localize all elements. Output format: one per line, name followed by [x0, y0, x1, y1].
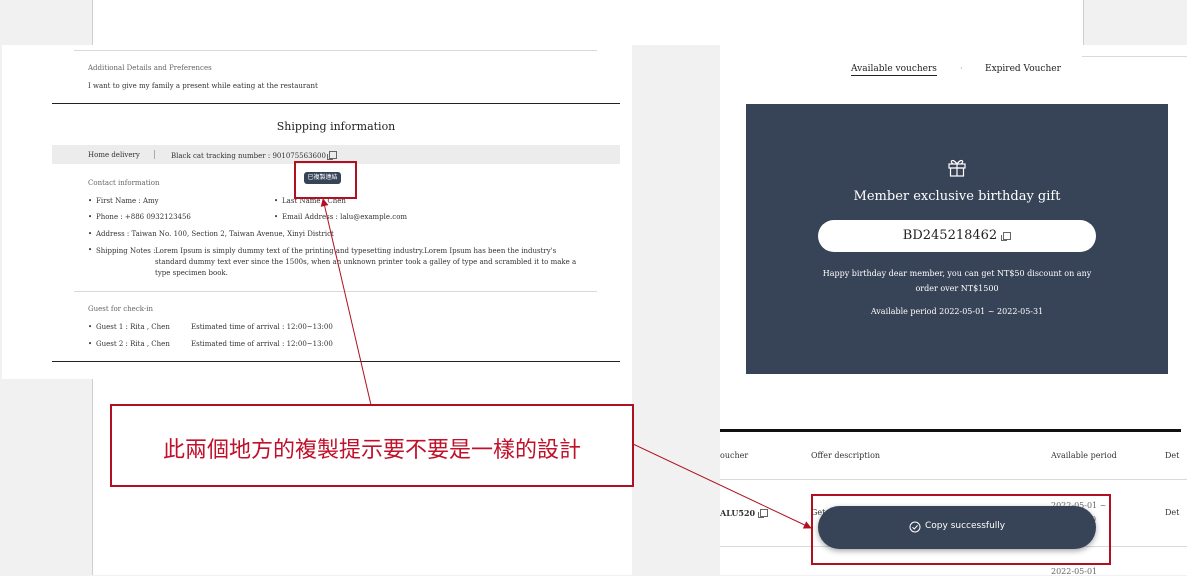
annotation-arrow [632, 443, 812, 529]
annotation-arrows [320, 198, 812, 529]
annotation-comment: 此兩個地方的複製提示要不要是一樣的設計 [110, 404, 634, 487]
annotation-text: 此兩個地方的複製提示要不要是一樣的設計 [162, 438, 581, 463]
annotation-arrow [320, 198, 372, 406]
